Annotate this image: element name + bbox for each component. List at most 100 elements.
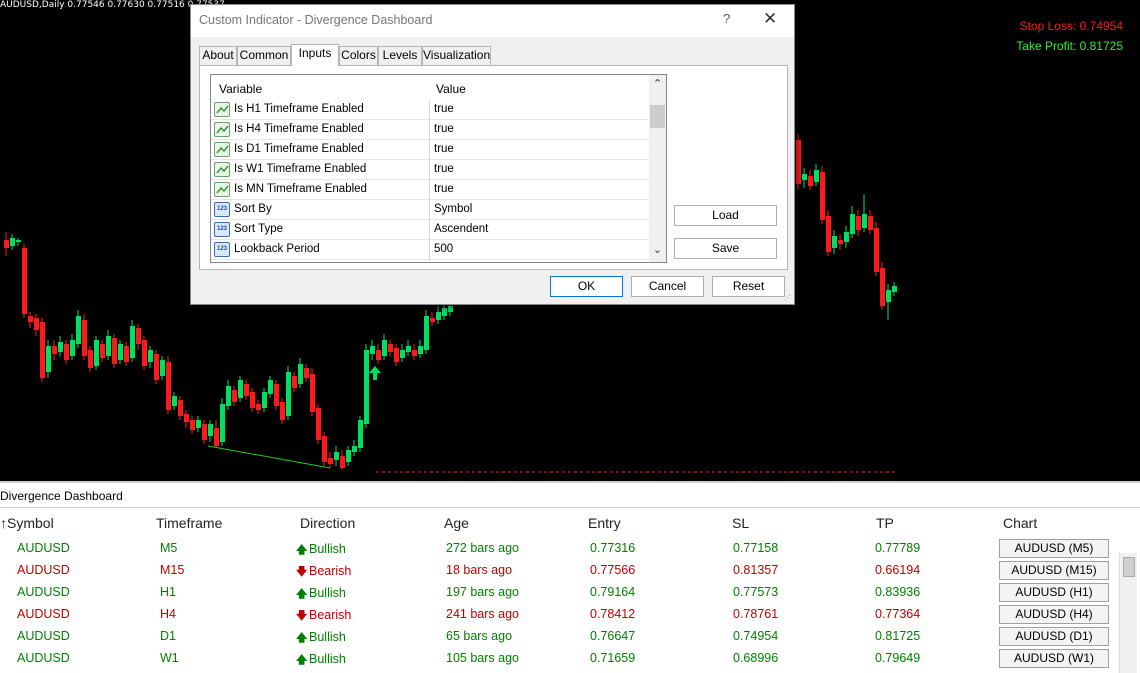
close-icon[interactable]: ✕ — [763, 9, 777, 29]
candle-body — [94, 340, 99, 366]
chevron-down-icon[interactable]: ⌄ — [649, 243, 666, 257]
cell-sl: 0.68996 — [733, 651, 779, 665]
input-value[interactable]: true — [434, 103, 454, 115]
input-value[interactable]: true — [434, 143, 454, 155]
dashboard-scrollbar[interactable] — [1119, 553, 1137, 673]
cell-age: 241 bars ago — [446, 607, 519, 621]
candle-body — [148, 350, 153, 362]
header-entry[interactable]: Entry — [588, 515, 621, 531]
header-age[interactable]: Age — [444, 515, 469, 531]
bool-param-icon — [214, 102, 230, 117]
cancel-button[interactable]: Cancel — [631, 276, 704, 297]
candle-body — [304, 368, 309, 378]
input-variable: Is H4 Timeframe Enabled — [234, 123, 364, 135]
column-value[interactable]: Value — [436, 82, 466, 96]
tab-about[interactable]: About — [199, 46, 237, 65]
candle-body — [448, 306, 453, 312]
input-row[interactable]: 123 Sort By Symbol — [211, 200, 649, 220]
arrow-up-icon: 🡅 — [296, 588, 308, 600]
cell-entry: 0.78412 — [590, 607, 636, 621]
grid-scrollbar[interactable]: ⌃ ⌄ — [649, 75, 666, 262]
column-variable[interactable]: Variable — [219, 82, 262, 96]
help-button[interactable]: ? — [723, 11, 730, 26]
header-symbol[interactable]: ↑Symbol — [0, 515, 54, 531]
header-chart[interactable]: Chart — [1003, 515, 1037, 531]
cell-tp: 0.66194 — [875, 563, 921, 577]
open-chart-button[interactable]: AUDUSD (H4) — [999, 605, 1109, 624]
candle-body — [88, 350, 93, 368]
header-tp[interactable]: TP — [876, 515, 894, 531]
cell-symbol: AUDUSD — [17, 629, 70, 643]
candle-body — [388, 344, 393, 352]
input-row[interactable]: 123 Lookback Period 500 — [211, 240, 649, 260]
tab-visualization[interactable]: Visualization — [422, 46, 491, 65]
input-row[interactable]: Is H1 Timeframe Enabled true — [211, 100, 649, 120]
save-button[interactable]: Save — [674, 238, 777, 259]
candle-body — [208, 424, 213, 436]
cell-symbol: AUDUSD — [17, 585, 70, 599]
input-value[interactable]: true — [434, 163, 454, 175]
input-row[interactable]: Is MN Timeframe Enabled true — [211, 180, 649, 200]
tab-levels[interactable]: Levels — [378, 46, 422, 65]
arrow-up-icon: 🡅 — [296, 654, 308, 666]
header-sl[interactable]: SL — [732, 515, 749, 531]
open-chart-button[interactable]: AUDUSD (D1) — [999, 627, 1109, 646]
arrow-up-icon: 🡅 — [296, 632, 308, 644]
table-row: AUDUSD W1 🡅 Bullish 105 bars ago 0.71659 0.689… — [0, 648, 1115, 670]
cell-symbol: AUDUSD — [17, 563, 70, 577]
candle-body — [34, 318, 39, 330]
input-value[interactable]: Ascendent — [434, 223, 488, 235]
candle-body — [28, 316, 33, 322]
direction-label: Bullish — [309, 586, 346, 600]
column-divider — [429, 100, 430, 262]
candle-body — [250, 392, 255, 408]
tab-common[interactable]: Common — [237, 46, 291, 65]
input-value[interactable]: true — [434, 123, 454, 135]
candle-body — [436, 312, 441, 320]
header-direction[interactable]: Direction — [300, 515, 355, 531]
cell-direction: 🡅 Bullish — [296, 585, 346, 604]
open-chart-button[interactable]: AUDUSD (M5) — [999, 539, 1109, 558]
cell-sl: 0.77573 — [733, 585, 779, 599]
candle-body — [874, 228, 879, 272]
candle-body — [292, 376, 297, 388]
open-chart-button[interactable]: AUDUSD (M15) — [999, 561, 1109, 580]
load-button[interactable]: Load — [674, 205, 777, 226]
candle-body — [244, 384, 249, 396]
cell-sl: 0.77158 — [733, 541, 779, 555]
candle-body — [112, 338, 117, 364]
tab-inputs[interactable]: Inputs — [291, 44, 339, 66]
scrollbar-thumb[interactable] — [650, 105, 665, 128]
candle-body — [274, 384, 279, 406]
cell-tp: 0.77789 — [875, 541, 921, 555]
tab-colors[interactable]: Colors — [339, 46, 378, 65]
candle-body — [352, 446, 357, 452]
ok-button[interactable]: OK — [550, 276, 623, 297]
reset-button[interactable]: Reset — [712, 276, 785, 297]
candle-body — [130, 326, 135, 358]
candle-body — [328, 458, 333, 464]
candle-body — [322, 436, 327, 462]
input-value[interactable]: true — [434, 183, 454, 195]
input-row[interactable]: Is H4 Timeframe Enabled true — [211, 120, 649, 140]
input-value[interactable]: 500 — [434, 243, 453, 255]
cell-timeframe: M5 — [160, 541, 178, 555]
header-timeframe[interactable]: Timeframe — [156, 515, 222, 531]
candle-body — [862, 214, 867, 228]
open-chart-button[interactable]: AUDUSD (W1) — [999, 649, 1109, 668]
resize-grip-icon[interactable]: ⋰ — [784, 294, 792, 302]
input-value[interactable]: Symbol — [434, 203, 472, 215]
input-row[interactable]: 123 Sort Type Ascendent — [211, 220, 649, 240]
scrollbar-thumb[interactable] — [1123, 557, 1135, 577]
input-variable: Lookback Period — [234, 243, 320, 255]
chevron-up-icon[interactable]: ⌃ — [649, 77, 666, 91]
dialog-titlebar: Custom Indicator - Divergence Dashboard … — [191, 5, 794, 37]
table-row: AUDUSD D1 🡅 Bullish 65 bars ago 0.76647 0.7495… — [0, 626, 1115, 648]
direction-label: Bullish — [309, 652, 346, 666]
input-variable: Is W1 Timeframe Enabled — [234, 163, 367, 175]
input-row[interactable]: Is D1 Timeframe Enabled true — [211, 140, 649, 160]
candle-body — [886, 290, 891, 302]
input-row[interactable]: Is W1 Timeframe Enabled true — [211, 160, 649, 180]
open-chart-button[interactable]: AUDUSD (H1) — [999, 583, 1109, 602]
candle-body — [196, 420, 201, 428]
